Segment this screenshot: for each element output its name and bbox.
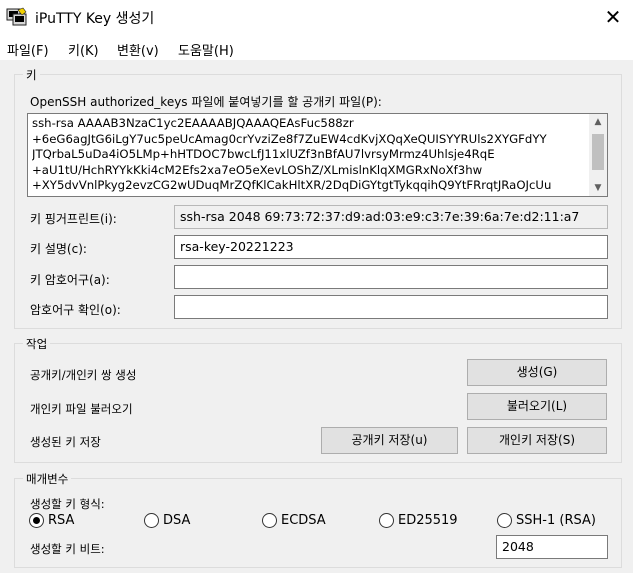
pubkey-label: OpenSSH authorized_keys 파일에 붙여넣기를 할 공개키 … bbox=[30, 95, 382, 109]
scroll-up-icon[interactable]: ▲ bbox=[589, 114, 607, 130]
scroll-down-icon[interactable]: ▼ bbox=[589, 180, 607, 196]
radio-ed25519[interactable]: ED25519 bbox=[379, 513, 458, 528]
radio-unchecked-icon[interactable] bbox=[144, 513, 159, 528]
radio-rsa-label: RSA bbox=[48, 513, 75, 528]
menu-key[interactable]: 키(K) bbox=[68, 40, 99, 59]
radio-unchecked-icon[interactable] bbox=[262, 513, 277, 528]
putty-app-icon bbox=[6, 7, 27, 26]
pubkey-line: ssh-rsa AAAAB3NzaC1yc2EAAAABJQAAAQEAsFuc… bbox=[32, 116, 354, 130]
radio-rsa[interactable]: RSA bbox=[29, 513, 74, 528]
radio-ecdsa[interactable]: ECDSA bbox=[262, 513, 326, 528]
menu-convert[interactable]: 변환(v) bbox=[117, 40, 159, 59]
radio-checked-icon[interactable] bbox=[29, 513, 44, 528]
menu-file[interactable]: 파일(F) bbox=[7, 40, 49, 59]
generate-button[interactable]: 생성(G) bbox=[467, 359, 607, 386]
save-private-key-button[interactable]: 개인키 저장(S) bbox=[467, 427, 607, 454]
radio-ecdsa-label: ECDSA bbox=[281, 513, 326, 528]
pubkey-line: JTQrbaL5uDa4iO5LMp+hHTDOC7bwcLfJ11xlUZf3… bbox=[32, 147, 495, 161]
menu-bar: 파일(F) 키(K) 변환(v) 도움말(H) bbox=[0, 36, 633, 60]
dialog-body: 키 OpenSSH authorized_keys 파일에 붙여넣기를 할 공개… bbox=[0, 60, 633, 573]
menu-help[interactable]: 도움말(H) bbox=[178, 40, 234, 59]
save-public-key-button[interactable]: 공개키 저장(u) bbox=[321, 427, 458, 454]
pubkey-text: ssh-rsa AAAAB3NzaC1yc2EAAAABJQAAAQEAsFuc… bbox=[32, 116, 587, 194]
comment-label: 키 설명(c): bbox=[30, 242, 87, 256]
passphrase-field[interactable] bbox=[174, 265, 608, 289]
key-bits-field[interactable]: 2048 bbox=[496, 535, 608, 559]
generate-label: 공개키/개인키 쌍 생성 bbox=[30, 368, 137, 382]
title-bar: iPuTTY Key 생성기 ✕ bbox=[0, 0, 633, 36]
passphrase-label: 키 암호어구(a): bbox=[30, 273, 110, 287]
pubkey-line: +6eG6agJtG6iLgY7uc5peUcAmag0crYvziZe8f7Z… bbox=[32, 131, 547, 146]
radio-ssh1-rsa-label: SSH-1 (RSA) bbox=[516, 513, 596, 528]
load-button[interactable]: 불러오기(L) bbox=[467, 393, 607, 420]
confirm-passphrase-field[interactable] bbox=[174, 295, 608, 319]
comment-field[interactable]: rsa-key-20221223 bbox=[174, 235, 608, 259]
key-type-label: 생성할 키 형식: bbox=[30, 497, 105, 511]
key-group-title: 키 bbox=[23, 67, 40, 83]
fingerprint-label: 키 핑거프린트(i): bbox=[30, 212, 117, 226]
parameters-group-title: 매개변수 bbox=[23, 471, 72, 487]
pubkey-line: +aU1tU/HchRYYkKki4cM2Efs2xa7eO5eXevLOShZ… bbox=[32, 162, 483, 177]
radio-unchecked-icon[interactable] bbox=[497, 513, 512, 528]
key-bits-label: 생성할 키 비트: bbox=[30, 542, 105, 556]
actions-group-title: 작업 bbox=[23, 336, 51, 352]
save-label: 생성된 키 저장 bbox=[30, 435, 101, 449]
radio-ssh1-rsa[interactable]: SSH-1 (RSA) bbox=[497, 513, 596, 528]
radio-dsa[interactable]: DSA bbox=[144, 513, 190, 528]
pubkey-textarea[interactable]: ssh-rsa AAAAB3NzaC1yc2EAAAABJQAAAQEAsFuc… bbox=[27, 113, 608, 197]
confirm-passphrase-label: 암호어구 확인(o): bbox=[30, 303, 121, 317]
radio-ed25519-label: ED25519 bbox=[398, 513, 458, 528]
close-icon[interactable]: ✕ bbox=[596, 4, 630, 32]
scroll-thumb[interactable] bbox=[592, 134, 604, 170]
radio-unchecked-icon[interactable] bbox=[379, 513, 394, 528]
pubkey-scrollbar[interactable]: ▲ ▼ bbox=[589, 114, 607, 196]
window-title: iPuTTY Key 생성기 bbox=[35, 11, 155, 27]
load-label: 개인키 파일 불러오기 bbox=[30, 402, 133, 416]
fingerprint-field[interactable]: ssh-rsa 2048 69:73:72:37:d9:ad:03:e9:c3:… bbox=[174, 205, 608, 229]
radio-dsa-label: DSA bbox=[163, 513, 191, 528]
pubkey-line: +XY5dvVnlPkyg2evzCG2wUDuqMrZQfKlCakHltXR… bbox=[32, 178, 552, 192]
